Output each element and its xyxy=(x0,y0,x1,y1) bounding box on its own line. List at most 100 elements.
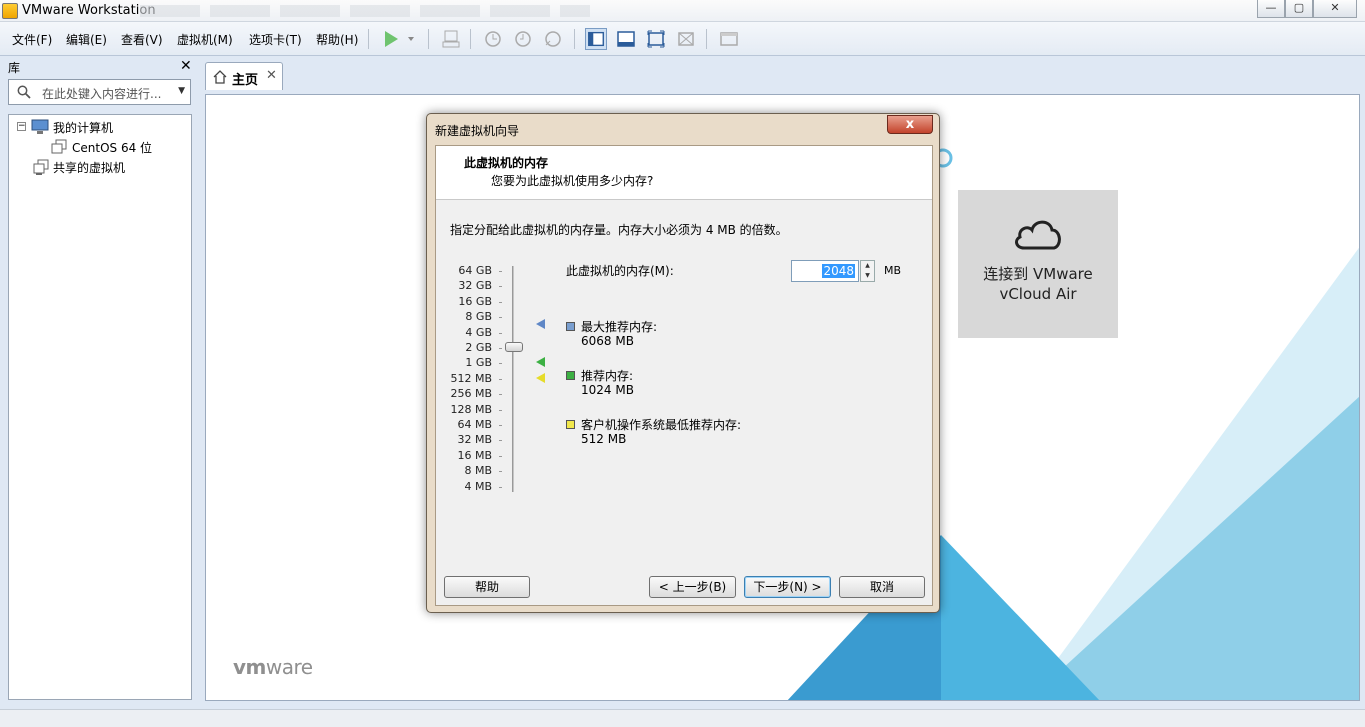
memory-input[interactable]: 2048 xyxy=(791,260,859,282)
memory-value: 2048 xyxy=(822,264,855,278)
menu-view[interactable]: 查看(V) xyxy=(121,31,163,48)
scale-tick xyxy=(499,486,502,488)
tree-item-shared-vms[interactable]: 共享的虚拟机 xyxy=(53,159,125,176)
scale-label: 1 GB xyxy=(465,356,492,370)
memory-label: 此虚拟机的内存(M): xyxy=(566,264,674,278)
header-subtitle: 您要为此虚拟机使用多少内存? xyxy=(491,174,654,188)
send-ctrl-alt-del-icon[interactable] xyxy=(440,28,462,50)
tree-item-my-computer[interactable]: 我的计算机 xyxy=(53,119,113,136)
toolbar-separator xyxy=(368,29,369,49)
max-recommended-marker xyxy=(536,319,545,329)
show-library-icon[interactable] xyxy=(585,28,607,50)
scale-label: 64 MB xyxy=(457,418,492,431)
recommended-legend-icon xyxy=(566,371,575,380)
toolbar-separator xyxy=(470,29,471,49)
menu-edit[interactable]: 编辑(E) xyxy=(66,31,107,48)
snapshot-manager-icon[interactable] xyxy=(542,28,564,50)
vcloud-tile-label: 连接到 VMware vCloud Air xyxy=(958,264,1118,304)
vmware-app-icon xyxy=(2,3,18,19)
recommended-marker xyxy=(536,357,545,367)
scale-label: 64 GB xyxy=(458,264,492,277)
scale-tick xyxy=(499,348,502,349)
maximize-button[interactable]: ▢ xyxy=(1285,0,1313,18)
stepper-down-icon[interactable]: ▼ xyxy=(861,271,874,281)
collapse-toggle[interactable]: − xyxy=(17,122,26,131)
tab-home-label: 主页 xyxy=(232,73,259,88)
dialog-title: 新建虚拟机向导 xyxy=(435,124,520,138)
scale-label: 32 GB xyxy=(458,279,492,293)
scale-label: 8 MB xyxy=(464,464,492,478)
dialog-close-button[interactable]: x xyxy=(887,115,933,134)
dialog-header: 此虚拟机的内存 您要为此虚拟机使用多少内存? xyxy=(436,146,932,200)
title-bar: VMware Workstation — ▢ ✕ xyxy=(0,0,1365,22)
max-recommended-value: 6068 MB xyxy=(581,334,634,348)
scale-tick xyxy=(499,440,502,442)
chevron-down-icon[interactable]: ▼ xyxy=(178,86,185,96)
library-header: 库 ✕ xyxy=(0,57,197,77)
console-view-icon[interactable] xyxy=(718,28,740,50)
revert-snapshot-icon[interactable] xyxy=(512,28,534,50)
toolbar-separator xyxy=(706,29,707,49)
minimize-button[interactable]: — xyxy=(1257,0,1285,18)
scale-tick xyxy=(499,301,502,303)
close-window-button[interactable]: ✕ xyxy=(1313,0,1357,18)
tab-home[interactable]: 主页 ✕ xyxy=(205,62,283,90)
stepper-up-icon[interactable]: ▲ xyxy=(861,261,874,271)
scale-label: 16 MB xyxy=(457,448,492,462)
menu-tabs[interactable]: 选项卡(T) xyxy=(249,31,302,48)
tree-item-centos[interactable]: CentOS 64 位 xyxy=(72,139,152,156)
computer-icon xyxy=(31,119,49,134)
search-icon xyxy=(17,85,31,99)
full-screen-icon[interactable] xyxy=(645,28,667,50)
scale-label: 16 GB xyxy=(458,294,492,308)
library-tree: − 我的计算机 CentOS 64 位 共享的虚拟机 xyxy=(8,114,192,700)
tab-close-button[interactable]: ✕ xyxy=(266,68,277,83)
memory-unit: MB xyxy=(884,264,902,277)
recommended-label: 推荐内存: xyxy=(581,369,634,383)
scale-tick xyxy=(499,286,502,288)
scale-label: 4 MB xyxy=(464,479,492,493)
menu-file[interactable]: 文件(F) xyxy=(12,31,52,48)
scale-tick xyxy=(499,271,502,272)
help-button[interactable]: 帮助 xyxy=(444,576,530,598)
scale-label: 512 MB xyxy=(450,371,492,385)
new-vm-wizard-dialog: 新建虚拟机向导 x 此虚拟机的内存 您要为此虚拟机使用多少内存? 指定分配给此虚… xyxy=(426,113,940,613)
scale-label: 2 GB xyxy=(465,341,492,354)
memory-slider-track[interactable] xyxy=(512,266,514,492)
cloud-icon xyxy=(1015,220,1061,250)
min-recommended-legend-icon xyxy=(566,420,575,429)
vmware-logo: vmware xyxy=(233,655,313,679)
power-dropdown-icon[interactable] xyxy=(402,28,424,50)
toolbar-separator xyxy=(428,29,429,49)
scale-tick xyxy=(499,317,502,319)
min-recommended-label: 客户机操作系统最低推荐内存: xyxy=(581,418,742,432)
home-icon xyxy=(213,70,227,84)
menu-help[interactable]: 帮助(H) xyxy=(316,31,358,48)
power-on-icon[interactable] xyxy=(380,28,402,50)
scale-label: 32 MB xyxy=(457,433,492,447)
scale-tick xyxy=(499,471,502,473)
blurred-title-region xyxy=(140,5,590,17)
connect-vcloud-air-tile[interactable]: 连接到 VMware vCloud Air xyxy=(958,190,1118,338)
unity-icon[interactable] xyxy=(675,28,697,50)
back-button[interactable]: < 上一步(B) xyxy=(649,576,736,598)
memory-stepper[interactable]: ▲ ▼ xyxy=(860,260,875,282)
cancel-button[interactable]: 取消 xyxy=(839,576,925,598)
toolbar-separator xyxy=(574,29,575,49)
scale-tick xyxy=(499,409,502,411)
scale-tick xyxy=(499,363,502,365)
thumbnail-bar-icon[interactable] xyxy=(615,28,637,50)
library-close-button[interactable]: ✕ xyxy=(180,58,192,74)
menu-bar: 文件(F) 编辑(E) 查看(V) 虚拟机(M) 选项卡(T) 帮助(H) xyxy=(0,22,1365,56)
memory-slider-thumb[interactable] xyxy=(505,342,523,352)
scale-label: 4 GB xyxy=(465,325,492,339)
library-search-input[interactable]: 在此处键入内容进行... ▼ xyxy=(8,79,191,105)
snapshot-icon[interactable] xyxy=(482,28,504,50)
scale-label: 256 MB xyxy=(450,387,492,401)
scale-tick xyxy=(499,455,502,457)
menu-vm[interactable]: 虚拟机(M) xyxy=(177,31,233,48)
next-button[interactable]: 下一步(N) > xyxy=(744,576,831,598)
max-recommended-legend-icon xyxy=(566,322,575,331)
vcloud-tile-label-line1: 连接到 VMware xyxy=(983,265,1093,283)
max-recommended-label: 最大推荐内存: xyxy=(581,320,658,334)
